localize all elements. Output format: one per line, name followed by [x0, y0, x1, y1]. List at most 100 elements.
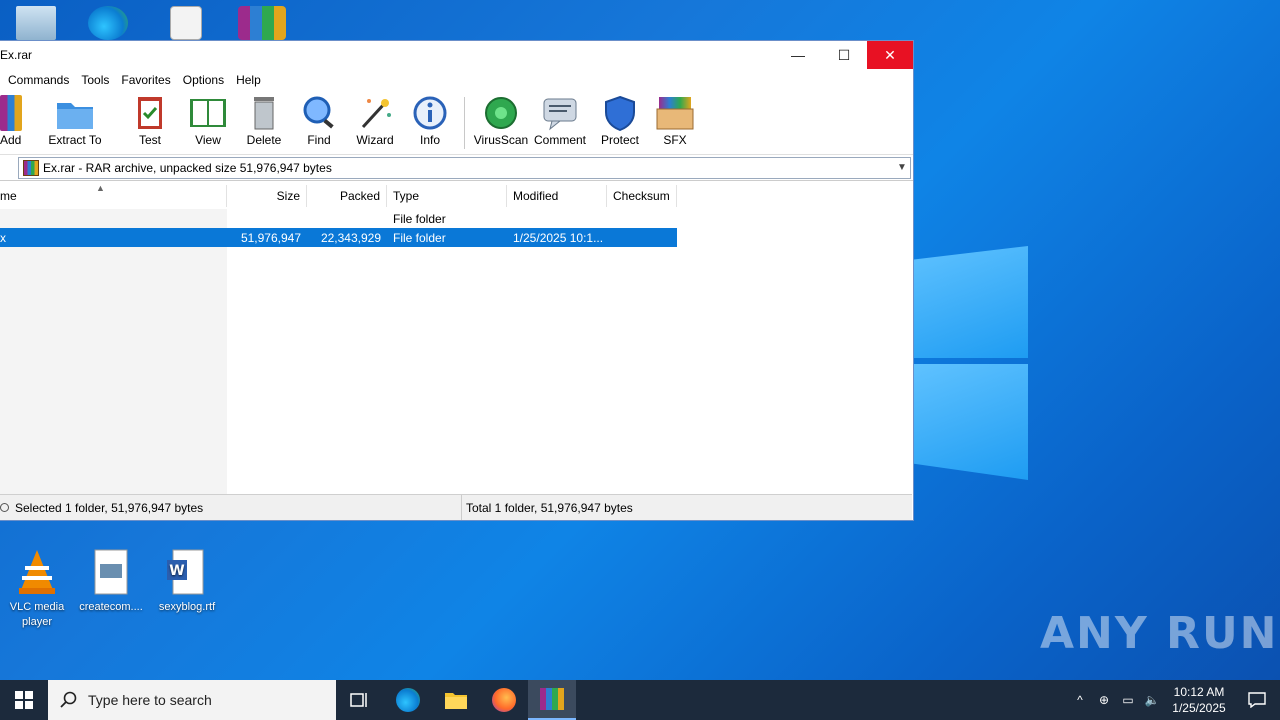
toolbar: Add Extract To Test View Delete Find Wiz… [0, 91, 913, 155]
comment-icon [540, 95, 580, 131]
protect-button[interactable]: Protect [591, 95, 649, 147]
minimize-button[interactable]: — [775, 41, 821, 69]
notification-icon [1248, 692, 1266, 708]
magnifier-icon [299, 95, 339, 131]
status-bar: Selected 1 folder, 51,976,947 bytes Tota… [0, 494, 912, 520]
column-name[interactable]: me [0, 185, 227, 207]
drive-icon[interactable] [0, 503, 9, 512]
column-size[interactable]: Size [227, 185, 307, 207]
info-button[interactable]: Info [404, 95, 456, 147]
column-checksum[interactable]: Checksum [607, 185, 677, 207]
add-archive-icon [0, 95, 22, 131]
comment-button[interactable]: Comment [529, 95, 591, 147]
anyrun-watermark: ANY RUN [1040, 608, 1279, 659]
test-button[interactable]: Test [126, 95, 174, 147]
search-placeholder: Type here to search [88, 692, 212, 708]
windows-start-icon [15, 691, 33, 709]
info-icon [410, 95, 450, 131]
address-bar: Ex.rar - RAR archive, unpacked size 51,9… [0, 155, 913, 181]
desktop-icon-sexyblog[interactable]: W sexyblog.rtf [150, 548, 224, 615]
menu-tools[interactable]: Tools [75, 73, 115, 87]
desktop-icon-label: createcom.... [79, 601, 143, 613]
file-icon[interactable] [170, 6, 202, 40]
taskbar-firefox[interactable] [480, 680, 528, 720]
menu-options[interactable]: Options [177, 73, 230, 87]
word-doc-icon: W [163, 548, 211, 596]
security-icon[interactable]: ⊕ [1092, 680, 1116, 720]
volume-icon[interactable]: 🔈 [1140, 680, 1164, 720]
chevron-up-icon[interactable]: ^ [1068, 680, 1092, 720]
search-icon [60, 691, 77, 708]
close-button[interactable]: ✕ [867, 41, 913, 69]
menu-bar: Commands Tools Favorites Options Help [0, 69, 913, 91]
trash-icon [244, 95, 284, 131]
notification-button[interactable] [1234, 680, 1280, 720]
desktop-icon-label: sexyblog.rtf [158, 601, 216, 613]
column-packed[interactable]: Packed [307, 185, 387, 207]
column-type[interactable]: Type [387, 185, 507, 207]
edge-icon [396, 688, 420, 712]
desktop-icon-label: VLC media player [9, 601, 65, 628]
winrar-icon [540, 688, 564, 710]
extract-to-button[interactable]: Extract To [30, 95, 120, 147]
add-button[interactable]: Add [0, 95, 22, 147]
wizard-button[interactable]: Wizard [346, 95, 404, 147]
archive-path-text: Ex.rar - RAR archive, unpacked size 51,9… [43, 160, 332, 175]
table-row-parent[interactable]: File folder [0, 209, 677, 228]
clock[interactable]: 10:12 AM 1/25/2025 [1164, 684, 1234, 716]
file-list: ▲ me Size Packed Type Modified Checksum … [0, 183, 912, 495]
start-button[interactable] [0, 680, 48, 720]
maximize-button[interactable]: ☐ [821, 41, 867, 69]
edge-icon[interactable] [88, 6, 128, 40]
column-header-row: ▲ me Size Packed Type Modified Checksum [0, 183, 680, 209]
status-left: Selected 1 folder, 51,976,947 bytes [0, 495, 462, 520]
taskbar-edge[interactable] [384, 680, 432, 720]
view-book-icon [188, 95, 228, 131]
taskbar-search-box[interactable]: Type here to search [48, 680, 336, 720]
window-title: Ex.rar [0, 48, 33, 62]
left-pane-blank [0, 209, 227, 495]
winrar-icon[interactable] [238, 6, 286, 40]
delete-button[interactable]: Delete [236, 95, 292, 147]
winrar-window: Ex.rar — ☐ ✕ Commands Tools Favorites Op… [0, 40, 914, 521]
sort-caret-icon: ▲ [96, 183, 105, 193]
desktop-icon-createcom[interactable]: createcom.... [74, 548, 148, 615]
firefox-icon [492, 688, 516, 712]
taskbar-file-explorer[interactable] [432, 680, 480, 720]
sfx-button[interactable]: SFX [649, 95, 701, 147]
network-icon[interactable]: ▭ [1116, 680, 1140, 720]
menu-commands[interactable]: Commands [0, 73, 75, 87]
taskbar-winrar[interactable] [528, 680, 576, 720]
extract-folder-icon [55, 95, 95, 131]
desktop-top-icons [0, 0, 320, 40]
shield-icon [600, 95, 640, 132]
archive-path-dropdown[interactable]: Ex.rar - RAR archive, unpacked size 51,9… [18, 156, 911, 179]
image-file-icon [87, 548, 135, 596]
taskbar: Type here to search ^ ⊕ ▭ 🔈 10:12 AM 1/2… [0, 680, 1280, 720]
view-button[interactable]: View [180, 95, 236, 147]
svg-text:W: W [169, 563, 184, 579]
table-row-selected[interactable]: x 51,976,947 22,343,929 File folder 1/25… [0, 228, 677, 247]
task-view-button[interactable] [336, 680, 384, 720]
menu-help[interactable]: Help [230, 73, 267, 87]
wand-icon [355, 95, 395, 131]
column-modified[interactable]: Modified [507, 185, 607, 207]
test-clipboard-icon [130, 95, 170, 131]
recycle-bin-icon[interactable] [16, 6, 56, 40]
desktop-icon-vlc[interactable]: VLC media player [0, 548, 74, 630]
folder-icon [445, 693, 467, 709]
clock-date: 1/25/2025 [1172, 701, 1226, 715]
vlc-icon [13, 548, 61, 596]
chevron-down-icon[interactable]: ▼ [894, 162, 910, 173]
title-bar[interactable]: Ex.rar — ☐ ✕ [0, 41, 913, 69]
system-tray: ^ ⊕ ▭ 🔈 10:12 AM 1/25/2025 [1068, 680, 1280, 720]
virusscan-button[interactable]: VirusScan [473, 95, 529, 147]
find-button[interactable]: Find [292, 95, 346, 147]
virus-scan-icon [481, 95, 521, 131]
rar-archive-icon [23, 159, 39, 176]
status-selected-text: Selected 1 folder, 51,976,947 bytes [15, 500, 204, 515]
task-view-icon [350, 693, 367, 707]
sfx-box-icon [655, 95, 695, 131]
windows-logo-wallpaper [914, 240, 1030, 482]
menu-favorites[interactable]: Favorites [115, 73, 176, 87]
